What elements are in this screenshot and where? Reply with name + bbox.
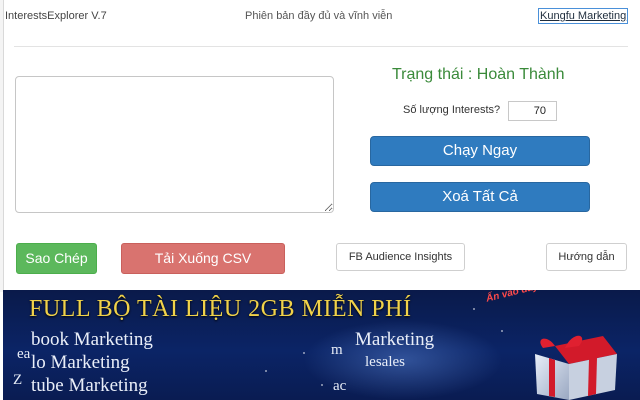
banner-keyword: lo Marketing [31,352,130,373]
banner-fragment: ac [333,378,347,394]
banner-sparkle [303,352,305,354]
guide-button[interactable]: Hướng dẫn [546,243,627,271]
fb-audience-insights-button[interactable]: FB Audience Insights [336,243,465,271]
banner-keyword: Marketing [355,329,435,350]
clear-all-button[interactable]: Xoá Tất Cả [370,182,590,212]
window-left-edge [0,0,4,292]
banner-sparkle [501,330,503,332]
banner-sparkle [265,370,267,372]
banner-headline: FULL BỘ TÀI LIỆU 2GB MIỄN PHÍ [29,296,412,322]
promo-banner[interactable]: FULL BỘ TÀI LIỆU 2GB MIỄN PHÍ book Marke… [3,290,640,400]
gift-box-icon [535,335,617,400]
app-title: InterestsExplorer V.7 [5,10,107,22]
banner-fragment: m [331,342,343,358]
interests-output-textarea[interactable] [15,76,334,213]
kungfu-marketing-link[interactable]: Kungfu Marketing [537,8,629,24]
download-csv-button[interactable]: Tải Xuống CSV [121,243,285,274]
header: InterestsExplorer V.7 Phiên bản đầy đủ v… [0,0,640,32]
banner-fragment: ea [17,346,31,362]
copy-button[interactable]: Sao Chép [16,243,97,274]
banner-keywords-left: book Marketing lo Marketing tube Marketi… [31,328,153,397]
banner-sparkle [321,384,323,386]
interests-count-label: Số lượng Interests? [403,104,501,116]
banner-keyword: book Marketing [31,329,153,350]
status-line: Trạng thái : Hoàn Thành [392,66,565,84]
run-now-button[interactable]: Chạy Ngay [370,136,590,166]
banner-keyword: tube Marketing [31,375,148,396]
banner-keyword: lesales [365,354,405,370]
banner-keywords-right: Marketing lesales [355,328,434,374]
gift-promo-text: Ấn vào đây để mở quà [485,290,640,305]
app-subtitle: Phiên bản đầy đủ và vĩnh viễn [245,10,393,22]
status-label: Trạng thái : [392,66,473,83]
banner-sparkle [473,308,475,310]
status-value: Hoàn Thành [476,66,565,83]
banner-fragment: Z [13,372,23,388]
header-divider [14,46,628,47]
interests-count-input[interactable] [508,101,557,121]
